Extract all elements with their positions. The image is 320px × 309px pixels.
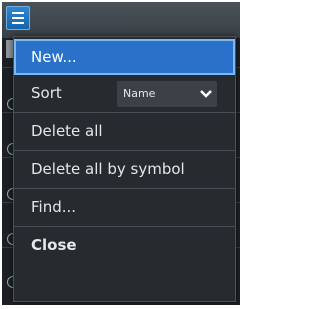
menu-item-label: Find...: [31, 198, 77, 216]
chevron-down-icon: [200, 90, 212, 98]
app-screen: New... Sort Name Delete all Delete all b…: [2, 2, 240, 305]
context-menu: New... Sort Name Delete all Delete all b…: [13, 36, 236, 302]
menu-item-label: Close: [31, 236, 77, 254]
sort-value: Name: [123, 87, 156, 100]
sort-select[interactable]: Name: [117, 81, 217, 107]
menu-line-icon: [12, 22, 24, 24]
menu-item-label: Delete all by symbol: [31, 160, 185, 178]
menu-item-sort[interactable]: Sort Name: [14, 75, 235, 113]
menu-item-find[interactable]: Find...: [14, 189, 235, 227]
menu-item-delete-all-by-symbol[interactable]: Delete all by symbol: [14, 151, 235, 189]
top-bar: [2, 2, 240, 38]
menu-item-label: New...: [31, 48, 77, 66]
menu-item-new[interactable]: New...: [14, 39, 235, 75]
menu-item-close[interactable]: Close: [14, 227, 235, 265]
hamburger-menu-button[interactable]: [6, 6, 30, 30]
menu-line-icon: [12, 17, 24, 19]
menu-line-icon: [12, 12, 24, 14]
menu-item-label: Sort: [31, 84, 62, 102]
menu-item-delete-all[interactable]: Delete all: [14, 113, 235, 151]
menu-item-label: Delete all: [31, 122, 103, 140]
